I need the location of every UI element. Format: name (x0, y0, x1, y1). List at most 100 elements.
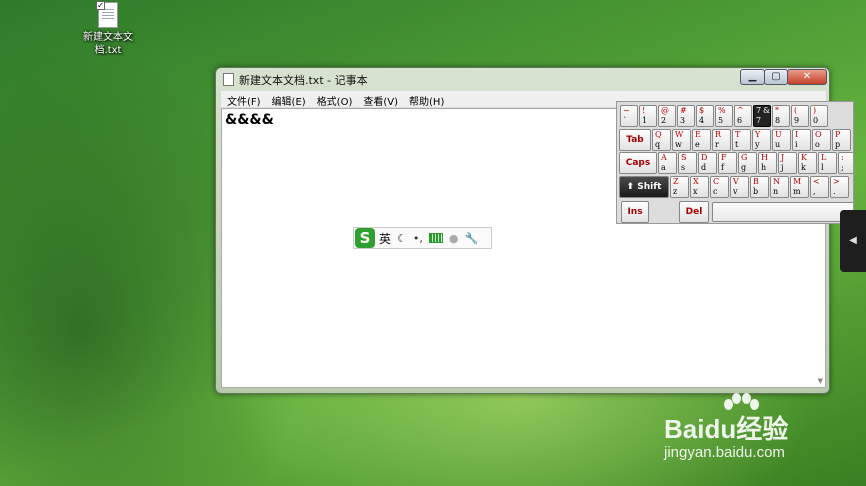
key-row3-3[interactable]: Ff (718, 152, 737, 174)
key-glyph: 1 (642, 116, 648, 125)
caps-key[interactable]: Caps (619, 152, 657, 174)
shift-key-label: Shift (637, 182, 662, 192)
key-row2-4[interactable]: Tt (732, 129, 751, 151)
key-glyph: r (715, 140, 719, 149)
punctuation-icon[interactable]: •, (413, 232, 423, 245)
key-glyph: K (801, 153, 807, 162)
key-glyph: s (681, 163, 686, 172)
key-glyph: T (735, 130, 741, 139)
key-row1-3[interactable]: #3 (677, 105, 695, 127)
key-glyph: y (755, 140, 760, 149)
key-row3-7[interactable]: Kk (798, 152, 817, 174)
key-row2-0[interactable]: Qq (652, 129, 671, 151)
ins-key[interactable]: Ins (621, 201, 649, 223)
key-row1-7[interactable]: 7 7 & (753, 105, 771, 127)
key-row3-8[interactable]: Ll (818, 152, 837, 174)
key-glyph: S (681, 153, 687, 162)
user-icon[interactable]: ● (449, 232, 459, 245)
key-glyph: P (835, 130, 841, 139)
key-row1-5[interactable]: % 5 (715, 105, 733, 127)
keyboard-icon[interactable] (428, 233, 443, 243)
on-screen-keyboard: ~ `! 1 @2 #3 $4% 5 ^ 6 7 7 & * 8(9) 0 Tab QqWwEeRrTtYy… (616, 101, 854, 224)
key-glyph: ` (623, 116, 627, 125)
key-row2-2[interactable]: Ee (692, 129, 711, 151)
shift-key[interactable]: ⬆ Shift (619, 176, 669, 198)
key-row3-9[interactable]: :; (838, 152, 853, 174)
key-row3-5[interactable]: Hh (758, 152, 777, 174)
key-glyph: H (761, 153, 768, 162)
key-row1-6[interactable]: ^ 6 (734, 105, 752, 127)
side-panel-toggle[interactable]: ◀ (840, 210, 866, 272)
key-glyph: ( (794, 106, 798, 115)
key-row4-5[interactable]: Nn (770, 176, 789, 198)
key-row3-4[interactable]: Gg (738, 152, 757, 174)
key-glyph: I (795, 130, 799, 139)
key-row4-0[interactable]: Zz (670, 176, 689, 198)
key-row1-0[interactable]: ~ ` (620, 105, 638, 127)
arrow-left-icon: ◀ (849, 235, 857, 246)
key-glyph: d (701, 163, 707, 172)
key-glyph: o (815, 140, 820, 149)
key-glyph: b (753, 187, 759, 196)
key-glyph: # (680, 106, 687, 115)
space-key[interactable] (712, 202, 853, 222)
key-row1-10[interactable]: ) 0 (810, 105, 828, 127)
key-row4-8[interactable]: >. (830, 176, 849, 198)
key-glyph: t (735, 140, 739, 149)
ime-language-toggle[interactable]: 英 (379, 230, 391, 247)
key-glyph: Y (755, 130, 761, 139)
key-row3-1[interactable]: Ss (678, 152, 697, 174)
moon-icon[interactable]: ☾ (397, 232, 407, 245)
key-row2-5[interactable]: Yy (752, 129, 771, 151)
menu-view[interactable]: 查看(V) (357, 91, 403, 108)
key-row3-6[interactable]: Jj (778, 152, 797, 174)
key-row3-2[interactable]: Dd (698, 152, 717, 174)
key-row4-7[interactable]: <, (810, 176, 829, 198)
key-row1-8[interactable]: * 8 (772, 105, 790, 127)
key-glyph: O (815, 130, 822, 139)
key-glyph: h (761, 163, 767, 172)
menu-help[interactable]: 帮助(H) (403, 91, 449, 108)
close-button[interactable]: ✕ (787, 69, 827, 85)
key-row2-3[interactable]: Rr (712, 129, 731, 151)
key-row2-7[interactable]: Ii (792, 129, 811, 151)
key-row1-2[interactable]: @2 (658, 105, 676, 127)
key-row2-6[interactable]: Uu (772, 129, 791, 151)
key-row3-0[interactable]: Aa (658, 152, 677, 174)
scroll-down-icon[interactable]: ▼ (818, 377, 823, 385)
tab-key[interactable]: Tab (619, 129, 651, 151)
watermark-url: jingyan.baidu.com (664, 444, 785, 461)
sogou-logo-icon[interactable]: S (355, 228, 375, 248)
wrench-icon[interactable]: 🔧 (465, 232, 479, 245)
key-glyph: 4 (699, 116, 705, 125)
key-row2-1[interactable]: Ww (672, 129, 691, 151)
key-row2-8[interactable]: Oo (812, 129, 831, 151)
key-row1-1[interactable]: ! 1 (639, 105, 657, 127)
key-row1-4[interactable]: $4 (696, 105, 714, 127)
menu-file[interactable]: 文件(F) (221, 91, 266, 108)
desktop-file-icon[interactable]: ✓ 新建文本文档.txt (76, 1, 140, 57)
key-glyph: 3 (680, 116, 686, 125)
key-row4-2[interactable]: Cc (710, 176, 729, 198)
key-row4-4[interactable]: Bb (750, 176, 769, 198)
key-glyph: $ (699, 106, 705, 115)
key-row4-6[interactable]: Mm (790, 176, 809, 198)
title-bar[interactable]: 新建文本文档.txt - 记事本 ▁ ▢ ✕ (216, 68, 829, 90)
key-glyph: Q (655, 130, 662, 139)
key-glyph: * (775, 106, 779, 115)
menu-edit[interactable]: 编辑(E) (266, 91, 311, 108)
key-row2-9[interactable]: Pp (832, 129, 851, 151)
maximize-button[interactable]: ▢ (764, 69, 788, 85)
minimize-button[interactable]: ▁ (740, 69, 765, 85)
key-glyph: ! (642, 106, 646, 115)
key-row4-1[interactable]: Xx (690, 176, 709, 198)
key-row1-9[interactable]: (9 (791, 105, 809, 127)
key-row4-3[interactable]: Vv (730, 176, 749, 198)
key-glyph: x (693, 187, 698, 196)
key-glyph: u (775, 140, 781, 149)
key-glyph: g (741, 163, 747, 172)
key-glyph: 2 (661, 116, 667, 125)
key-glyph: E (695, 130, 701, 139)
del-key[interactable]: Del (679, 201, 709, 223)
menu-format[interactable]: 格式(O) (311, 91, 358, 108)
